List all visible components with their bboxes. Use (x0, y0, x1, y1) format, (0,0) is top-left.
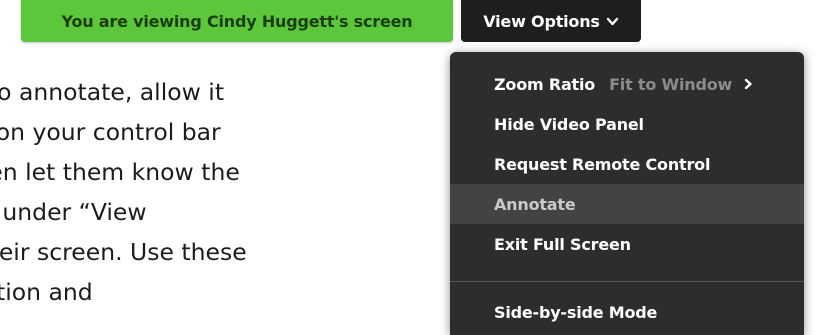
zoom-ratio-label: Zoom Ratio (494, 74, 596, 94)
text-line: ble under “View (0, 198, 147, 226)
view-options-menu: Zoom Ratio Fit to Window Hide Video Pane… (450, 52, 804, 335)
view-options-label: View Options (483, 11, 600, 31)
text-line: ts to annotate, allow it (0, 78, 225, 106)
menu-item-label: Side-by-side Mode (494, 302, 658, 322)
text-line: f their screen. Use these (0, 238, 247, 266)
zoom-ratio-value: Fit to Window (609, 74, 733, 94)
screen-share-screenshot: You are viewing Cindy Huggett's screen V… (0, 0, 822, 335)
menu-item-label: Annotate (494, 194, 576, 214)
menu-item-exit-full-screen[interactable]: Exit Full Screen (450, 224, 804, 264)
chevron-right-icon (742, 78, 754, 90)
menu-item-label: Hide Video Panel (494, 114, 644, 134)
text-line: on on your control bar (0, 118, 221, 146)
menu-item-request-remote-control[interactable]: Request Remote Control (450, 144, 804, 184)
view-options-button[interactable]: View Options (461, 0, 641, 42)
menu-item-annotate[interactable]: Annotate (450, 184, 804, 224)
menu-item-side-by-side-mode[interactable]: Side-by-side Mode (450, 292, 804, 332)
viewing-screen-banner: You are viewing Cindy Huggett's screen (21, 0, 453, 42)
viewing-screen-label: You are viewing Cindy Huggett's screen (61, 11, 413, 31)
chevron-down-icon (606, 15, 619, 28)
menu-divider (450, 281, 804, 282)
menu-item-label: Exit Full Screen (494, 234, 631, 254)
text-line: raction and (0, 278, 93, 306)
menu-item-zoom-ratio[interactable]: Zoom Ratio Fit to Window (450, 64, 804, 104)
menu-item-hide-video-panel[interactable]: Hide Video Panel (450, 104, 804, 144)
background-document-text: ts to annotate, allow it on on your cont… (0, 72, 470, 312)
text-line: Then let them know the (0, 158, 240, 186)
menu-item-label: Request Remote Control (494, 154, 711, 174)
